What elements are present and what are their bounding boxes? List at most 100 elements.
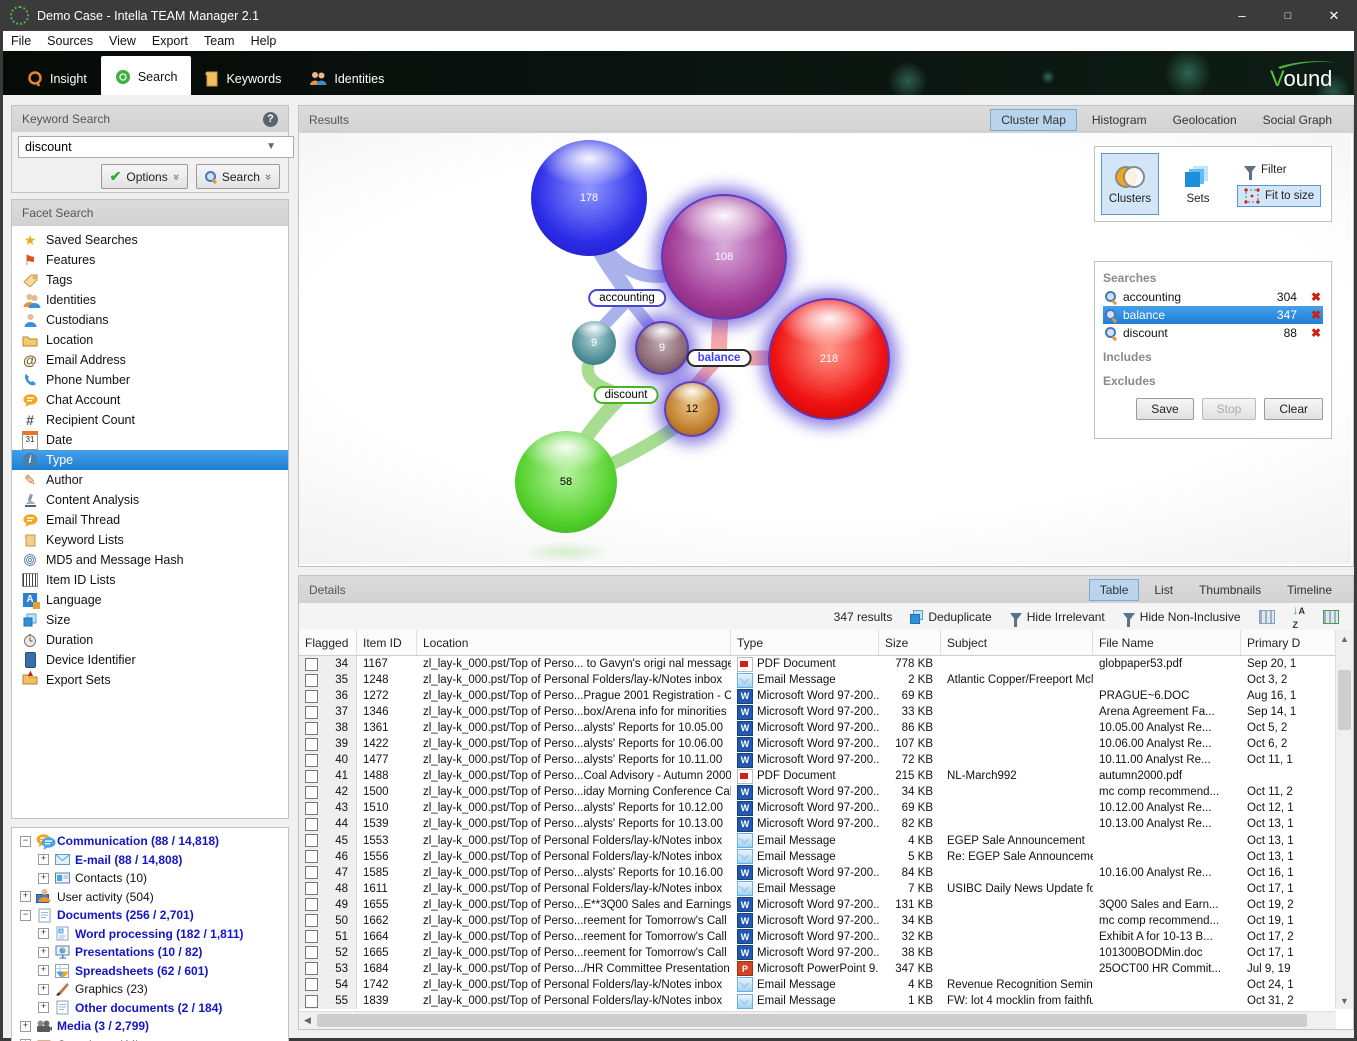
tree-item-spreadsheets[interactable]: +Spreadsheets (62 / 601) xyxy=(16,962,288,981)
facet-item-md5-and-message-hash[interactable]: MD5 and Message Hash xyxy=(12,550,288,570)
clusters-button[interactable]: Clusters xyxy=(1101,153,1159,215)
facet-item-chat-account[interactable]: Chat Account xyxy=(12,390,288,410)
table-row[interactable]: 541742zl_lay-k_000.pst/Top of Personal F… xyxy=(299,977,1336,993)
fit-to-size-button[interactable]: Fit to size xyxy=(1237,185,1321,207)
deduplicate-button[interactable]: Deduplicate xyxy=(910,610,991,624)
vertical-scrollbar[interactable]: ▲ ▼ xyxy=(1335,630,1353,1009)
flag-checkbox[interactable] xyxy=(305,690,318,703)
table-row[interactable]: 441539zl_lay-k_000.pst/Top of Perso...al… xyxy=(299,816,1336,832)
cluster-map[interactable]: Clusters Sets Filter xyxy=(299,133,1351,564)
flag-checkbox[interactable] xyxy=(305,802,318,815)
search-row-accounting[interactable]: accounting304✖ xyxy=(1103,288,1323,306)
cluster-label-balance[interactable]: balance xyxy=(687,349,752,367)
tree-item-communication[interactable]: −Communication (88 / 14,818) xyxy=(16,832,288,851)
facet-item-export-sets[interactable]: ▲Export Sets xyxy=(12,670,288,690)
scroll-up-icon[interactable]: ▲ xyxy=(1336,630,1353,647)
tree-item-containers[interactable]: +Containers (44) xyxy=(16,1036,288,1041)
results-tab-cluster-map[interactable]: Cluster Map xyxy=(990,109,1077,131)
flag-checkbox[interactable] xyxy=(305,754,318,767)
column-header-type[interactable]: Type xyxy=(731,630,879,655)
column-grid-icon[interactable] xyxy=(1259,610,1275,624)
table-row[interactable]: 551839zl_lay-k_000.pst/Top of Personal F… xyxy=(299,993,1336,1009)
facet-item-date[interactable]: 31Date xyxy=(12,430,288,450)
column-header-flagged[interactable]: Flagged xyxy=(299,630,357,655)
table-row[interactable]: 391422zl_lay-k_000.pst/Top of Perso...al… xyxy=(299,736,1336,752)
tree-item-presentations[interactable]: +Presentations (10 / 82) xyxy=(16,943,288,962)
expand-icon[interactable]: + xyxy=(20,1021,31,1032)
table-row[interactable]: 341167zl_lay-k_000.pst/Top of Perso... t… xyxy=(299,656,1336,672)
cluster-label-discount[interactable]: discount xyxy=(594,386,659,404)
menu-view[interactable]: View xyxy=(101,32,144,50)
help-icon[interactable]: ? xyxy=(263,112,278,127)
save-button[interactable]: Save xyxy=(1136,398,1193,420)
maximize-button[interactable]: □ xyxy=(1265,0,1311,31)
table-row[interactable]: 451553zl_lay-k_000.pst/Top of Personal F… xyxy=(299,833,1336,849)
expand-icon[interactable]: + xyxy=(38,1002,49,1013)
facet-item-location[interactable]: Location xyxy=(12,330,288,350)
facet-item-duration[interactable]: Duration xyxy=(12,630,288,650)
facet-item-email-thread[interactable]: Email Thread xyxy=(12,510,288,530)
column-header-item-id[interactable]: Item ID xyxy=(357,630,417,655)
tree-item-word-processing[interactable]: +AWord processing (182 / 1,811) xyxy=(16,925,288,944)
table-row[interactable]: 351248zl_lay-k_000.pst/Top of Personal F… xyxy=(299,672,1336,688)
close-button[interactable]: ✕ xyxy=(1311,0,1357,31)
keyword-search-input[interactable] xyxy=(18,136,294,158)
flag-checkbox[interactable] xyxy=(305,770,318,783)
flag-checkbox[interactable] xyxy=(305,674,318,687)
cluster-bubble[interactable]: 58 xyxy=(515,431,617,533)
flag-checkbox[interactable] xyxy=(305,882,318,895)
cluster-bubble[interactable]: 9 xyxy=(572,321,616,365)
table-row[interactable]: 371346zl_lay-k_000.pst/Top of Perso...bo… xyxy=(299,704,1336,720)
tree-item-graphics[interactable]: +Graphics (23) xyxy=(16,980,288,999)
facet-item-email-address[interactable]: @Email Address xyxy=(12,350,288,370)
search-row-balance[interactable]: balance347✖ xyxy=(1103,306,1323,324)
search-button[interactable]: Search » xyxy=(196,164,280,189)
table-row[interactable]: 461556zl_lay-k_000.pst/Top of Personal F… xyxy=(299,849,1336,865)
sets-button[interactable]: Sets xyxy=(1169,153,1227,215)
cluster-bubble[interactable]: 178 xyxy=(531,140,647,256)
tree-item-other-documents[interactable]: +Other documents (2 / 184) xyxy=(16,999,288,1018)
facet-item-tags[interactable]: Tags xyxy=(12,270,288,290)
column-header-subject[interactable]: Subject xyxy=(941,630,1093,655)
details-tab-list[interactable]: List xyxy=(1143,579,1184,601)
flag-checkbox[interactable] xyxy=(305,850,318,863)
facet-item-recipient-count[interactable]: #Recipient Count xyxy=(12,410,288,430)
flag-checkbox[interactable] xyxy=(305,706,318,719)
facet-item-language[interactable]: ALanguage xyxy=(12,590,288,610)
horizontal-scrollbar[interactable]: ◀ xyxy=(299,1011,1336,1029)
details-tab-thumbnails[interactable]: Thumbnails xyxy=(1188,579,1272,601)
facet-item-author[interactable]: ✎Author xyxy=(12,470,288,490)
details-tab-timeline[interactable]: Timeline xyxy=(1276,579,1343,601)
flag-checkbox[interactable] xyxy=(305,914,318,927)
cluster-bubble[interactable]: 9 xyxy=(635,321,689,375)
tab-insight[interactable]: Insight xyxy=(13,62,101,95)
flag-checkbox[interactable] xyxy=(305,866,318,879)
collapse-icon[interactable]: − xyxy=(20,836,31,847)
scroll-down-icon[interactable]: ▼ xyxy=(1336,992,1353,1009)
facet-item-identities[interactable]: Identities xyxy=(12,290,288,310)
results-tab-histogram[interactable]: Histogram xyxy=(1081,109,1158,131)
menu-help[interactable]: Help xyxy=(243,32,285,50)
table-row[interactable]: 471585zl_lay-k_000.pst/Top of Perso...al… xyxy=(299,865,1336,881)
minimize-button[interactable]: – xyxy=(1219,0,1265,31)
flag-checkbox[interactable] xyxy=(305,946,318,959)
expand-icon[interactable]: + xyxy=(38,984,49,995)
facet-item-device-identifier[interactable]: Device Identifier xyxy=(12,650,288,670)
hide-irrelevant-button[interactable]: Hide Irrelevant xyxy=(1010,610,1105,624)
cluster-bubble[interactable]: 108 xyxy=(661,194,787,320)
expand-icon[interactable]: + xyxy=(38,965,49,976)
cluster-bubble[interactable]: 12 xyxy=(664,381,720,437)
collapse-icon[interactable]: − xyxy=(20,910,31,921)
tree-item-contacts[interactable]: +Contacts (10) xyxy=(16,869,288,888)
column-header-size[interactable]: Size xyxy=(879,630,941,655)
table-row[interactable]: 431510zl_lay-k_000.pst/Top of Perso...al… xyxy=(299,800,1336,816)
results-tab-geolocation[interactable]: Geolocation xyxy=(1162,109,1248,131)
hide-non-inclusive-button[interactable]: Hide Non-Inclusive xyxy=(1123,610,1241,624)
flag-checkbox[interactable] xyxy=(305,786,318,799)
flag-checkbox[interactable] xyxy=(305,978,318,991)
menu-sources[interactable]: Sources xyxy=(39,32,101,50)
expand-icon[interactable]: + xyxy=(20,891,31,902)
flag-checkbox[interactable] xyxy=(305,930,318,943)
menu-team[interactable]: Team xyxy=(196,32,243,50)
column-header-primary-d[interactable]: Primary D xyxy=(1241,630,1336,655)
